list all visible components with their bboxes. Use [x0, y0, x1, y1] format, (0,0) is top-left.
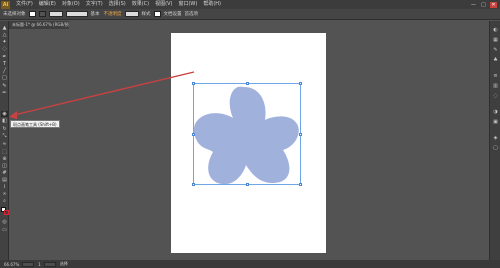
zoom-level[interactable]: 66.67%	[4, 262, 19, 267]
handle-top-right[interactable]	[299, 82, 302, 85]
status-bar: 66.67% 1 选择	[0, 260, 500, 268]
handle-middle-right[interactable]	[299, 133, 302, 136]
handle-bottom-right[interactable]	[299, 183, 302, 186]
selection-bounding-box[interactable]	[192, 82, 302, 186]
zoom-dropdown[interactable]	[22, 261, 35, 267]
current-tool-status: 选择	[59, 261, 68, 266]
illustrator-window: Ai 文件(F) 编辑(E) 对象(O) 文字(T) 选择(S) 效果(C) 视…	[0, 0, 500, 268]
handle-top-left[interactable]	[192, 82, 195, 85]
handle-middle-left[interactable]	[192, 133, 195, 136]
handle-top-center[interactable]	[246, 82, 249, 85]
page-number[interactable]: 1	[38, 262, 41, 267]
handle-bottom-left[interactable]	[192, 183, 195, 186]
annotation-arrow-head	[9, 111, 17, 119]
annotation-arrow-line	[13, 71, 195, 116]
artboard-navigator[interactable]	[43, 261, 56, 267]
tool-tooltip: 斑点画笔工具 (Shift+B)	[10, 120, 60, 128]
handle-bottom-center[interactable]	[246, 183, 249, 186]
